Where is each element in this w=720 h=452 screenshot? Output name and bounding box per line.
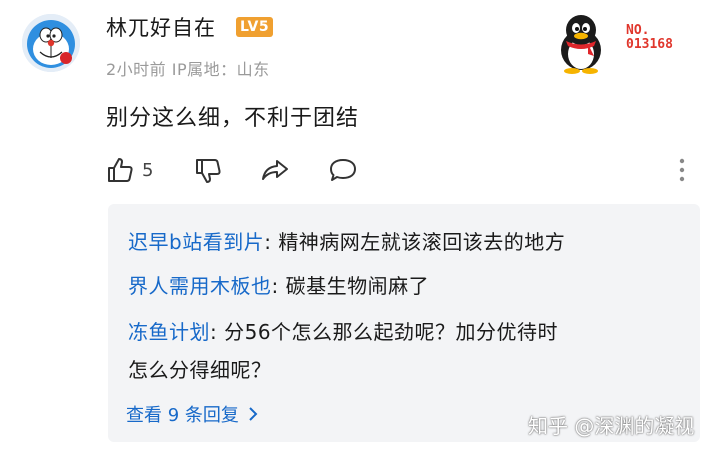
reply-separator: : bbox=[210, 320, 225, 344]
share-icon bbox=[262, 160, 288, 180]
badge-number-value: 013168 bbox=[626, 37, 673, 52]
view-more-label: 查看 9 条回复 bbox=[126, 405, 239, 426]
action-bar: 5 bbox=[104, 150, 704, 190]
reply-separator: : bbox=[264, 230, 279, 254]
reply-text-continued: 怎么分得细呢？ bbox=[128, 358, 272, 382]
comment-text: 别分这么细，不利于团结 bbox=[106, 106, 360, 131]
reply-text: 精神病网左就该滚回该去的地方 bbox=[278, 230, 566, 254]
reply-author[interactable]: 冻鱼计划 bbox=[128, 320, 210, 344]
thumbs-up-icon bbox=[108, 158, 133, 182]
replies-panel: 迟早b站看到片: 精神病网左就该滚回该去的地方 界人需用木板也: 碳基生物闹麻了… bbox=[108, 204, 700, 442]
reply-author[interactable]: 界人需用木板也 bbox=[128, 274, 272, 298]
penguin-pendant-icon bbox=[548, 10, 614, 74]
like-count: 5 bbox=[142, 159, 154, 181]
comment-meta: 2小时前 IP属地：山东 bbox=[106, 60, 270, 79]
badge-number: NO. 013168 bbox=[626, 24, 686, 52]
reply-item[interactable]: 界人需用木板也: 碳基生物闹麻了 bbox=[128, 270, 429, 299]
watermark: 知乎 @深渊的凝视 bbox=[528, 414, 695, 438]
doraemon-avatar-icon bbox=[22, 14, 80, 72]
dislike-button[interactable] bbox=[194, 154, 222, 186]
comment-icon bbox=[330, 159, 356, 181]
more-vertical-icon[interactable] bbox=[678, 156, 686, 188]
reply-item[interactable]: 冻鱼计划: 分56个怎么那么起劲呢？加分优待时 bbox=[128, 316, 558, 345]
reply-text: 碳基生物闹麻了 bbox=[285, 274, 430, 298]
reply-text: 分56个怎么那么起劲呢？加分优待时 bbox=[224, 320, 559, 344]
like-button[interactable]: 5 bbox=[106, 154, 153, 186]
reply-author[interactable]: 迟早b站看到片 bbox=[128, 230, 264, 254]
level-badge: LV5 bbox=[236, 17, 274, 37]
reply-comment-button[interactable] bbox=[328, 154, 358, 186]
chevron-right-icon bbox=[249, 407, 258, 421]
avatar[interactable] bbox=[22, 14, 80, 72]
share-button[interactable] bbox=[260, 154, 290, 186]
username[interactable]: 林兀好自在 bbox=[106, 12, 216, 42]
view-more-replies-button[interactable]: 查看 9 条回复 bbox=[126, 401, 261, 427]
reply-item[interactable]: 迟早b站看到片: 精神病网左就该滚回该去的地方 bbox=[128, 226, 565, 255]
badge-number-prefix: NO. bbox=[626, 23, 650, 38]
reply-separator: : bbox=[271, 274, 286, 298]
thumbs-down-icon bbox=[196, 159, 221, 183]
